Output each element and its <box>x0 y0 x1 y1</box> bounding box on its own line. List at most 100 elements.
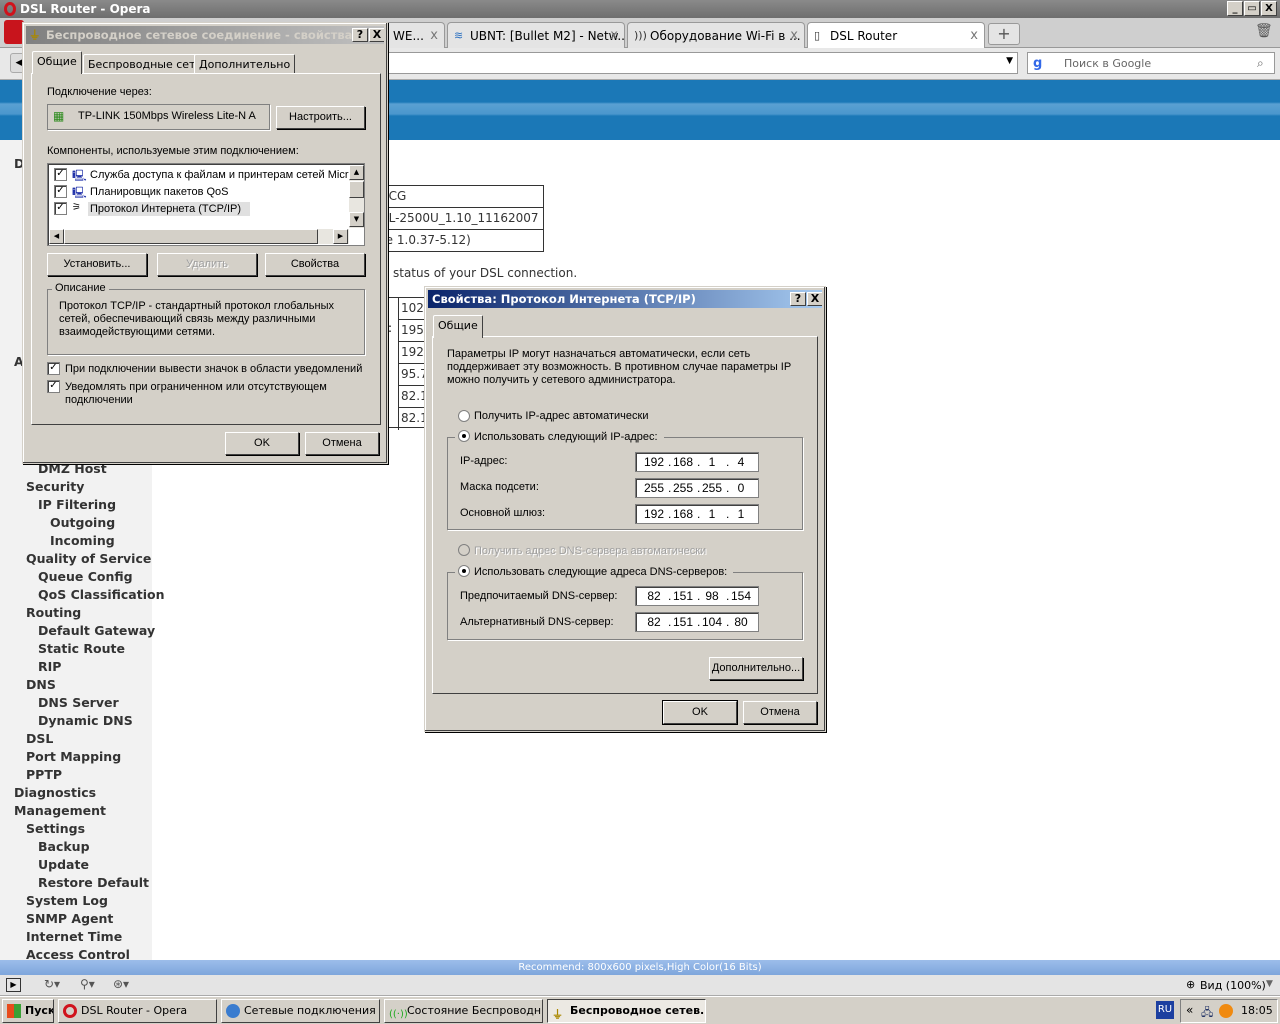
minimize-button[interactable]: _ <box>1227 1 1243 16</box>
alternate-dns-input[interactable]: 82. 151. 104. 80 <box>635 612 759 632</box>
opera-menu-button[interactable] <box>4 20 24 44</box>
turbo-icon[interactable]: ⊛▾ <box>113 977 129 991</box>
component-checkbox[interactable]: ✓ <box>54 202 67 215</box>
tab-close-icon[interactable]: x <box>610 28 618 43</box>
panel-toggle-icon[interactable]: ▶ <box>6 978 21 992</box>
sidebar-item-management[interactable]: Management <box>14 803 106 818</box>
properties-button[interactable]: Свойства <box>265 253 365 276</box>
tab-wireless-networks[interactable]: Беспроводные сети <box>83 54 208 74</box>
clock[interactable]: 18:05 <box>1241 1004 1273 1017</box>
ip-octet[interactable]: 104 <box>698 615 726 629</box>
ip-address-input[interactable]: 192. 168. 1. 4 <box>635 452 759 472</box>
sidebar-item-security[interactable]: Security <box>26 479 84 494</box>
auto-dns-radio[interactable] <box>458 544 470 556</box>
sidebar-item-incoming[interactable]: Incoming <box>50 533 115 548</box>
tray-app-icon[interactable] <box>1219 1004 1233 1018</box>
scroll-left-icon[interactable]: ◀ <box>49 229 64 244</box>
ip-octet[interactable]: 4 <box>727 455 755 469</box>
ip-octet[interactable]: 168 <box>669 507 697 521</box>
network-tray-icon[interactable]: 🖧 <box>1201 1004 1213 1023</box>
ip-octet[interactable]: 255 <box>698 481 726 495</box>
vertical-scrollbar[interactable]: ▲ ▼ <box>349 165 364 228</box>
sidebar-item-dns[interactable]: DNS <box>26 677 56 692</box>
sidebar-item-snmp-agent[interactable]: SNMP Agent <box>26 911 113 926</box>
manual-dns-radio[interactable] <box>458 565 470 577</box>
tab-close-icon[interactable]: x <box>970 28 978 43</box>
notify-checkbox[interactable]: ✓ <box>47 380 60 393</box>
scroll-right-icon[interactable]: ▶ <box>333 229 348 244</box>
tab-close-icon[interactable]: x <box>430 28 438 43</box>
configure-button[interactable]: Настроить... <box>276 106 365 129</box>
taskbar-item-wireless-properties[interactable]: ⏚ Беспроводное сетев... <box>547 999 706 1023</box>
scroll-up-icon[interactable]: ▲ <box>349 165 364 180</box>
taskbar-item-opera[interactable]: DSL Router - Opera <box>58 999 217 1023</box>
ip-octet[interactable]: 154 <box>727 589 755 603</box>
tab-close-icon[interactable]: x <box>790 28 798 43</box>
ip-octet[interactable]: 151 <box>669 589 697 603</box>
component-checkbox[interactable]: ✓ <box>54 185 67 198</box>
taskbar-item-wireless-status[interactable]: ((·)) Состояние Беспроводн... <box>384 999 543 1023</box>
help-button[interactable]: ? <box>352 28 368 42</box>
gateway-input[interactable]: 192. 168. 1. 1 <box>635 504 759 524</box>
scroll-thumb[interactable] <box>349 181 364 198</box>
remove-button[interactable]: Удалить <box>157 253 257 276</box>
sidebar-item-pptp[interactable]: PPTP <box>26 767 62 782</box>
sidebar-item-ip-filtering[interactable]: IP Filtering <box>38 497 116 512</box>
cancel-button[interactable]: Отмена <box>743 701 817 724</box>
sidebar-item-qos-classification[interactable]: QoS Classification <box>38 587 164 602</box>
sidebar-item-rip[interactable]: RIP <box>38 659 61 674</box>
sidebar-item-port-mapping[interactable]: Port Mapping <box>26 749 121 764</box>
sidebar-item-settings[interactable]: Settings <box>26 821 85 836</box>
language-indicator[interactable]: RU <box>1156 1001 1174 1019</box>
chevron-down-icon[interactable]: ▼ <box>1266 979 1273 989</box>
close-button[interactable]: X <box>369 28 384 42</box>
search-icon[interactable]: ⌕ <box>1257 56 1264 71</box>
ip-octet[interactable]: 0 <box>727 481 755 495</box>
sidebar-item-system-log[interactable]: System Log <box>26 893 108 908</box>
ip-octet[interactable]: 192 <box>640 455 668 469</box>
ip-octet[interactable]: 151 <box>669 615 697 629</box>
sidebar-item-dynamic-dns[interactable]: Dynamic DNS <box>38 713 133 728</box>
ip-octet[interactable]: 1 <box>698 455 726 469</box>
new-tab-button[interactable]: + <box>988 23 1020 45</box>
manual-ip-option[interactable]: Использовать следующий IP-адрес: <box>455 430 664 443</box>
sidebar-item-default-gateway[interactable]: Default Gateway <box>38 623 155 638</box>
sidebar-item-queue-config[interactable]: Queue Config <box>38 569 133 584</box>
sidebar-item-dsl[interactable]: DSL <box>26 731 53 746</box>
ip-octet[interactable]: 80 <box>727 615 755 629</box>
ip-octet[interactable]: 168 <box>669 455 697 469</box>
sidebar-item-restore-default[interactable]: Restore Default <box>38 875 149 890</box>
tray-expand-button[interactable]: « <box>1186 1003 1193 1017</box>
scroll-thumb[interactable] <box>64 229 318 244</box>
help-button[interactable]: ? <box>790 292 806 306</box>
chevron-down-icon[interactable]: ▼ <box>1006 56 1013 66</box>
component-checkbox[interactable]: ✓ <box>54 168 67 181</box>
zoom-level[interactable]: Вид (100%) <box>1200 979 1266 992</box>
address-input[interactable]: ▼ <box>386 52 1018 74</box>
ip-octet[interactable]: 192 <box>640 507 668 521</box>
sidebar-item-diagnostics[interactable]: Diagnostics <box>14 785 96 800</box>
manual-ip-radio[interactable] <box>458 430 470 442</box>
manual-dns-option[interactable]: Использовать следующие адреса DNS-сервер… <box>455 565 734 578</box>
tab-dsl-router[interactable]: ▯ DSL Router x <box>807 22 985 48</box>
taskbar-item-network-connections[interactable]: Сетевые подключения <box>221 999 380 1023</box>
ip-octet[interactable]: 82 <box>640 615 668 629</box>
cancel-button[interactable]: Отмена <box>305 432 379 455</box>
ip-octet[interactable]: 1 <box>727 507 755 521</box>
tab-advanced[interactable]: Дополнительно <box>194 54 296 74</box>
tab-general[interactable]: Общие <box>433 315 483 338</box>
subnet-mask-input[interactable]: 255. 255. 255. 0 <box>635 478 759 498</box>
sidebar-item-dns-server[interactable]: DNS Server <box>38 695 119 710</box>
unite-icon[interactable]: ⚲▾ <box>80 977 95 991</box>
search-input[interactable]: Поиск в Google <box>1027 52 1275 74</box>
google-icon[interactable]: g <box>1033 56 1042 71</box>
sidebar-item-internet-time[interactable]: Internet Time <box>26 929 122 944</box>
start-button[interactable]: Пуск <box>2 999 54 1023</box>
sidebar-item-routing[interactable]: Routing <box>26 605 81 620</box>
tab-wifi-equipment[interactable]: ))) Оборудование Wi-Fi в ... x <box>627 22 805 48</box>
sidebar-item-static-route[interactable]: Static Route <box>38 641 125 656</box>
close-button[interactable]: X <box>807 292 822 306</box>
sidebar-item-update[interactable]: Update <box>38 857 89 872</box>
tab-general[interactable]: Общие <box>32 51 82 74</box>
trash-icon[interactable]: 🗑 <box>1255 23 1273 43</box>
